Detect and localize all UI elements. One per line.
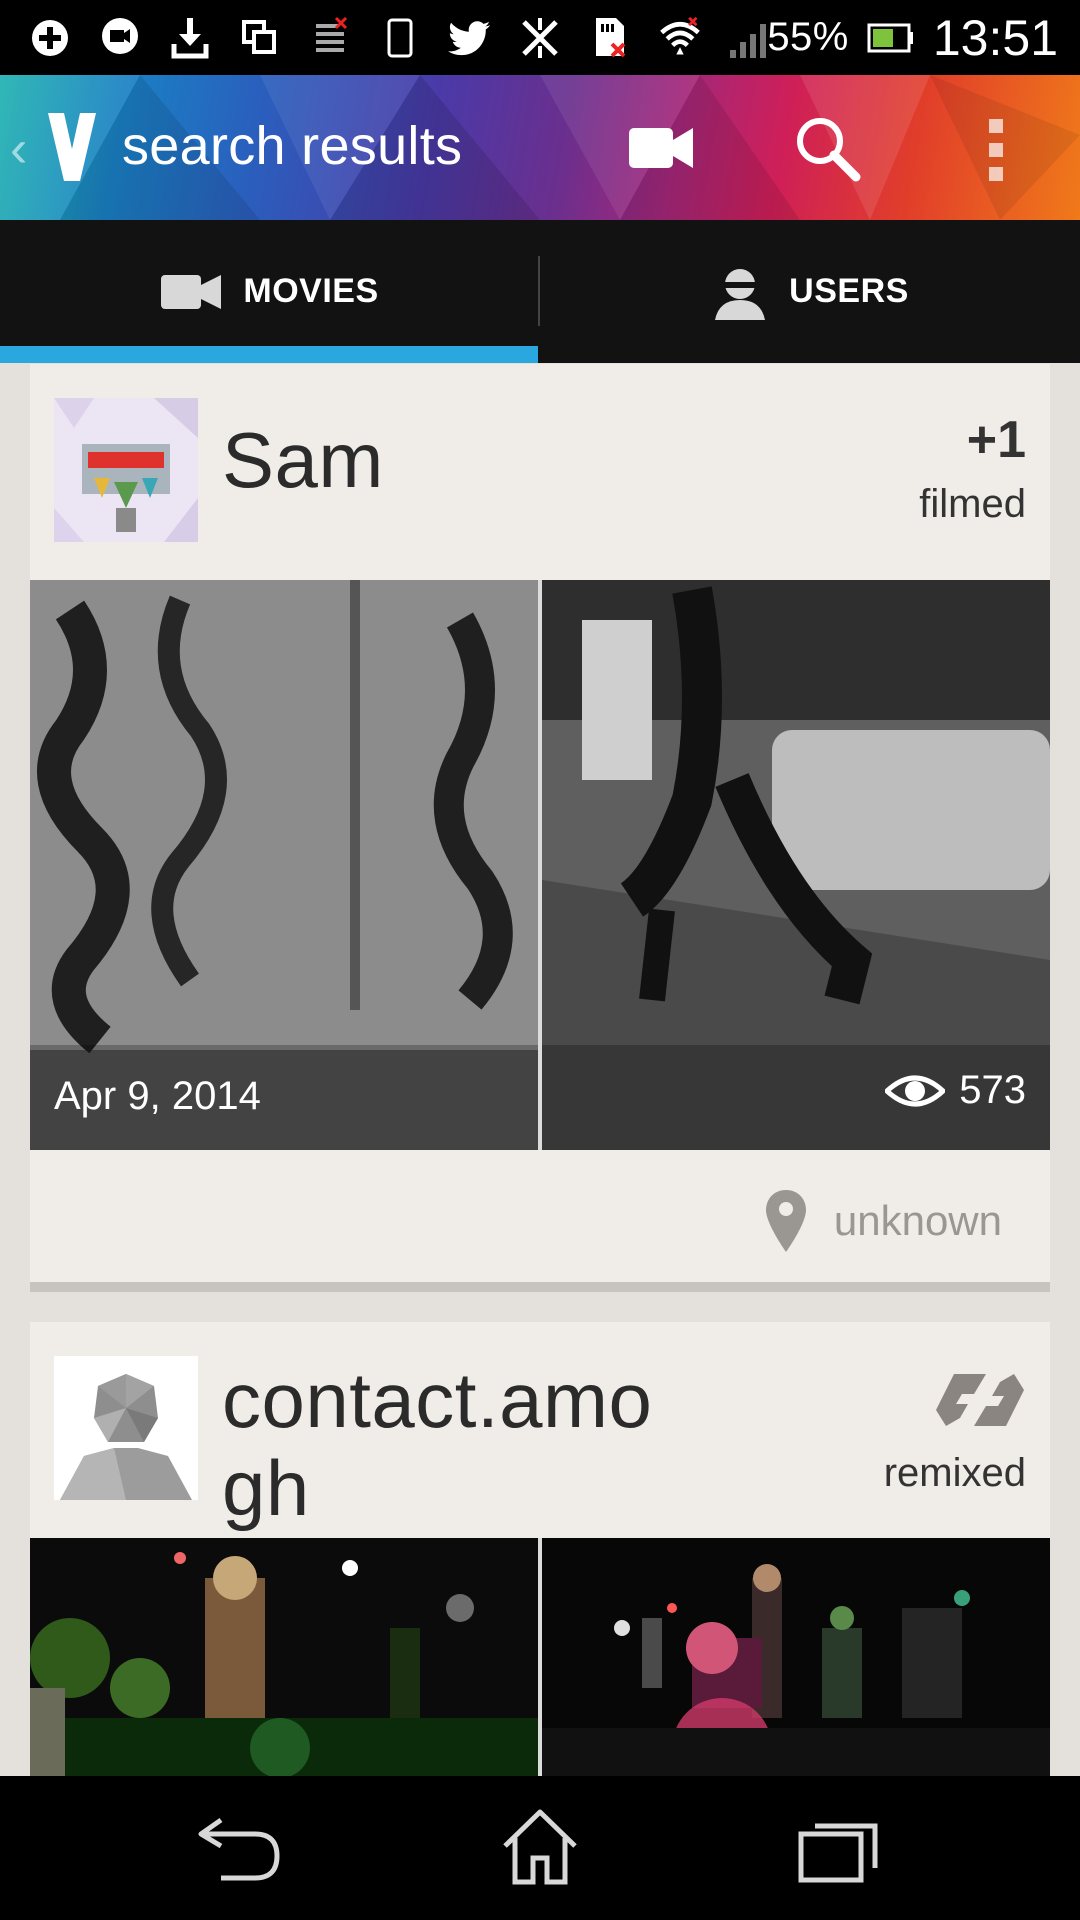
user-name-line1: contact.amo [222, 1356, 653, 1444]
activity-stat: +1 filmed [919, 410, 1026, 527]
recent-apps-icon[interactable] [795, 1806, 885, 1886]
message-icon [98, 16, 142, 60]
tab-bar: MOVIES USERS [0, 220, 1080, 363]
location: unknown [764, 1188, 1002, 1254]
view-count: 573 [885, 1068, 1026, 1113]
phone-outline-icon [378, 16, 422, 60]
activity-label: filmed [919, 482, 1026, 526]
tab-movies-label: MOVIES [243, 272, 379, 310]
clock: 13:51 [932, 9, 1058, 66]
user-icon [715, 268, 766, 320]
video-camera-icon[interactable] [627, 120, 695, 176]
thumbnail-frame-left [30, 1538, 538, 1782]
app-logo[interactable] [44, 109, 100, 185]
sd-card-error-icon [588, 16, 632, 60]
eye-icon [885, 1075, 946, 1106]
default-avatar[interactable] [54, 1356, 198, 1500]
navigation-bar [0, 1776, 1080, 1920]
sim-off-icon [308, 16, 352, 60]
thumbnail-frame-right [542, 1538, 1050, 1782]
thumbnail-frame-right [542, 580, 1050, 1150]
thumbnail-frame-left [30, 580, 538, 1150]
page-title: search results [122, 116, 463, 176]
result-card[interactable]: contact.amo gh remixed [30, 1322, 1050, 1782]
view-count-value: 573 [959, 1068, 1026, 1112]
status-bar: 55% 13:51 [0, 0, 1080, 75]
battery-icon [867, 11, 915, 65]
user-name[interactable]: Sam [222, 416, 384, 504]
tab-users[interactable]: USERS [540, 220, 1080, 363]
overflow-menu-icon[interactable] [985, 115, 1009, 185]
download-icon [168, 16, 212, 60]
card-divider [30, 1282, 1050, 1292]
tab-selected-indicator [0, 346, 538, 363]
tab-users-label: USERS [789, 272, 909, 310]
remix-icon [936, 1374, 1024, 1426]
signal-icon [728, 16, 772, 60]
notification-icons [28, 10, 772, 66]
add-box-icon [28, 16, 72, 60]
copy-icon [238, 16, 282, 60]
movie-date: Apr 9, 2014 [54, 1074, 261, 1118]
data-off-icon [518, 16, 562, 60]
back-icon[interactable] [195, 1806, 285, 1886]
search-icon[interactable] [792, 113, 862, 183]
video-camera-icon [161, 274, 222, 309]
home-icon[interactable] [495, 1806, 585, 1886]
action-bar: ‹ search results [0, 75, 1080, 220]
location-label: unknown [833, 1197, 1002, 1244]
battery-percent: 55% [767, 15, 849, 59]
activity-stat: remixed [884, 1370, 1026, 1496]
movie-thumbnail[interactable]: Apr 9, 2014 573 [30, 580, 1050, 1150]
twitter-icon [448, 16, 492, 60]
activity-count: +1 [966, 411, 1026, 469]
location-pin-icon [765, 1190, 806, 1252]
user-name-line2: gh [222, 1444, 310, 1532]
tab-movies[interactable]: MOVIES [0, 220, 538, 363]
wifi-icon [658, 16, 702, 60]
status-right: 55% 13:51 [767, 0, 1058, 75]
movie-thumbnail[interactable] [30, 1538, 1050, 1782]
user-avatar[interactable] [54, 398, 198, 542]
activity-label: remixed [883, 1451, 1026, 1495]
back-icon[interactable]: ‹ [10, 119, 27, 179]
result-card[interactable]: Sam +1 filmed Apr 9, 2014 573 unknown [30, 364, 1050, 1286]
user-name[interactable]: contact.amo gh [222, 1356, 652, 1532]
